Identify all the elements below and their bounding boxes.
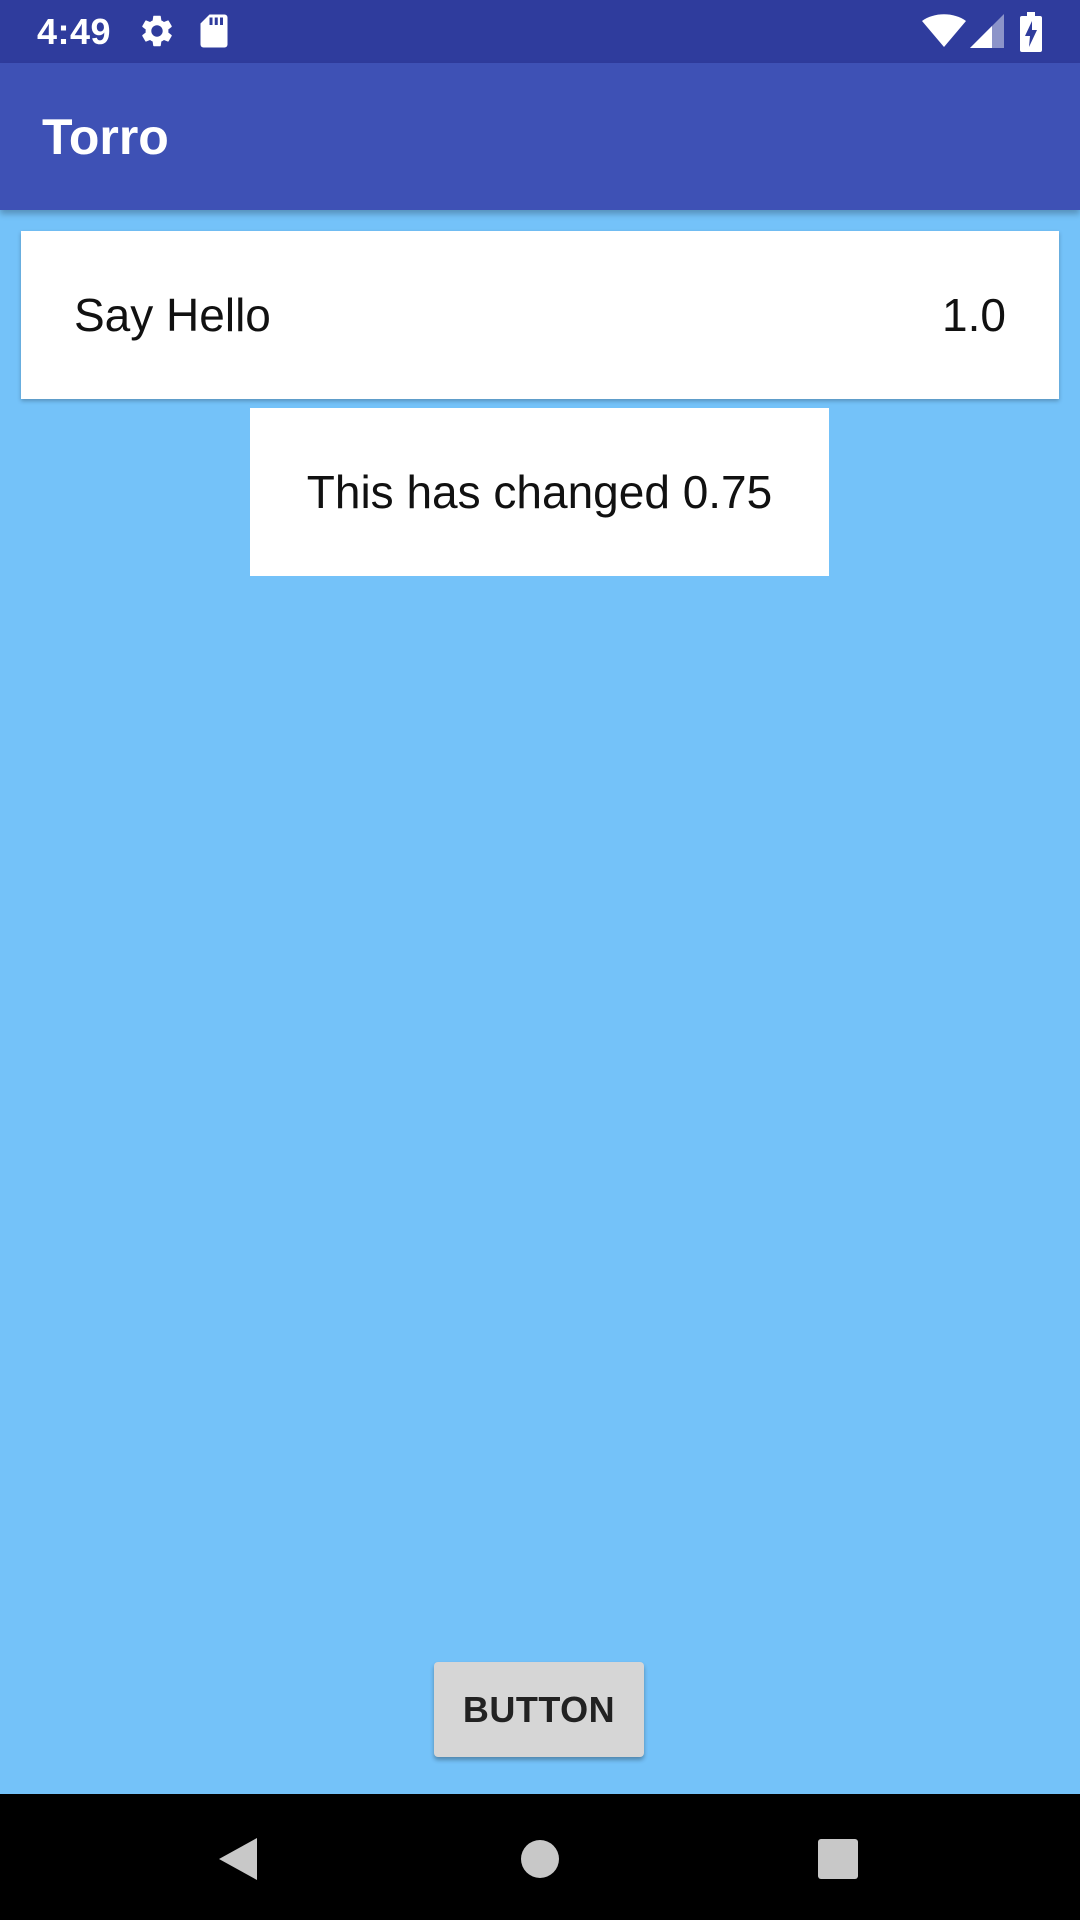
gear-icon	[142, 15, 172, 47]
changed-text: This has changed 0.75	[306, 466, 773, 518]
app-bar: Torro	[0, 63, 1080, 210]
wifi-icon	[922, 14, 966, 47]
say-hello-card[interactable]: Say Hello 1.0	[21, 231, 1059, 399]
battery-charging-icon	[1020, 12, 1042, 52]
back-icon[interactable]	[217, 1836, 259, 1882]
signal-icon	[970, 14, 1004, 48]
sd-card-icon	[200, 14, 228, 48]
app-title: Torro	[42, 109, 169, 165]
status-time: 4:49	[37, 11, 112, 52]
home-icon[interactable]	[520, 1839, 560, 1879]
changed-text-box: This has changed 0.75	[250, 408, 829, 576]
status-bar: 4:49	[0, 0, 1080, 63]
card-value: 1.0	[942, 289, 1006, 341]
card-label: Say Hello	[74, 289, 271, 341]
action-button[interactable]: BUTTON	[434, 1662, 644, 1757]
nav-bar	[0, 1794, 1080, 1920]
recents-icon[interactable]	[818, 1839, 858, 1879]
